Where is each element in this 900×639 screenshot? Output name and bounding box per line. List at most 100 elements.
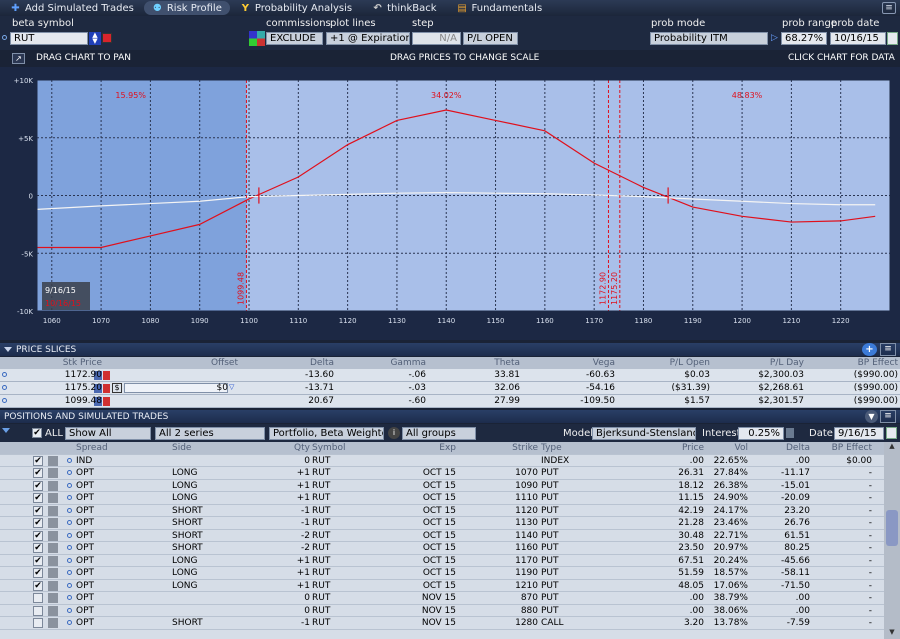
position-checkbox[interactable]: ✔ <box>33 455 43 466</box>
position-row[interactable]: ✔ OPT SHORT -1 RUT OCT 15 1130 PUT 21.28 23.46% 26… <box>0 517 884 530</box>
position-row[interactable]: ✔ OPT LONG +1 RUT OCT 15 1090 PUT 18.12 26.38% -15… <box>0 480 884 492</box>
position-group-swatch <box>48 593 58 603</box>
position-bp-effect: - <box>868 543 872 553</box>
position-checkbox[interactable] <box>33 618 43 628</box>
weighting-select[interactable]: Portfolio, Beta Weighted <box>269 427 384 440</box>
position-row[interactable]: ✔ OPT LONG +1 RUT OCT 15 1190 PUT 51.59 18.57% -58… <box>0 567 884 580</box>
position-row[interactable]: ✔ OPT LONG +1 RUT OCT 15 1070 PUT 26.31 27.84% -11… <box>0 467 884 480</box>
position-row[interactable]: ✔ OPT SHORT -2 RUT OCT 15 1160 PUT 23.50 20.97% 80… <box>0 542 884 555</box>
position-link-icon <box>67 495 72 500</box>
price-slice-row[interactable]: $ ▽ 1175.20 $0 -13.71 -.03 32.06 -54.16 ($31.39)… <box>0 382 900 395</box>
step-mode-select[interactable]: P/L OPEN <box>463 32 518 45</box>
lock-icon[interactable] <box>786 428 794 438</box>
position-checkbox[interactable]: ✔ <box>33 468 43 478</box>
select-all-checkbox[interactable]: ✔ <box>32 428 42 438</box>
chart-type-icon[interactable]: ↗ <box>12 53 25 64</box>
commissions-select[interactable]: EXCLUDE <box>266 32 323 45</box>
beta-symbol-input[interactable]: RUT <box>10 32 88 45</box>
position-checkbox[interactable]: ✔ <box>33 480 43 491</box>
position-symbol: RUT <box>312 530 331 541</box>
tab-risk-profile[interactable]: ⚉ Risk Profile <box>143 1 230 15</box>
position-checkbox[interactable] <box>33 593 43 603</box>
collapse-all-icon[interactable]: ▼ <box>865 410 878 423</box>
series-filter-select[interactable]: All 2 series <box>155 427 265 440</box>
tab-add-simulated-trades[interactable]: ✚ Add Simulated Trades <box>0 1 144 15</box>
color-grid-icon[interactable] <box>249 31 265 46</box>
position-row[interactable]: ✔ OPT LONG +1 RUT OCT 15 1210 PUT 48.05 17.06% -71… <box>0 580 884 592</box>
position-row[interactable]: OPT 0 RUT NOV 15 880 PUT .00 38.06% .00 - <box>0 605 884 617</box>
position-checkbox[interactable]: ✔ <box>33 518 43 528</box>
date-input[interactable]: 9/16/15 <box>834 427 884 440</box>
price-slices-header[interactable]: PRICE SLICES <box>0 343 900 356</box>
position-checkbox[interactable]: ✔ <box>33 580 43 591</box>
slice-stk-price[interactable]: 1175.20 <box>65 383 102 393</box>
position-row[interactable]: OPT 0 RUT NOV 15 870 PUT .00 38.79% .00 - <box>0 592 884 605</box>
col-offset: Offset <box>210 358 238 368</box>
groups-select[interactable]: All groups <box>402 427 476 440</box>
lock-icon[interactable] <box>103 384 110 393</box>
price-slice-row[interactable]: 1099.48 20.67 -.60 27.99 -109.50 $1.57 $2,301.… <box>0 395 900 408</box>
menu-icon[interactable]: ≡ <box>882 2 896 14</box>
offset-dropdown-icon[interactable]: ▽ <box>229 383 234 391</box>
tab-thinkback[interactable]: ↶ thinkBack <box>362 1 446 15</box>
price-slice-row[interactable]: 1172.90 -13.60 -.06 33.81 -60.63 $0.03 $2,300.… <box>0 369 900 382</box>
positions-header[interactable]: POSITIONS AND SIMULATED TRADES <box>0 410 900 423</box>
play-icon[interactable]: ▷ <box>771 33 778 43</box>
tab-label: Risk Profile <box>166 2 222 14</box>
show-filter-select[interactable]: Show All <box>65 427 151 440</box>
position-checkbox[interactable]: ✔ <box>33 505 43 516</box>
calendar-icon[interactable] <box>887 32 898 45</box>
position-row[interactable]: ✔ OPT LONG +1 RUT OCT 15 1170 PUT 67.51 20.24% -45… <box>0 555 884 567</box>
symbol-flag-icon[interactable] <box>102 33 112 43</box>
tab-fundamentals[interactable]: ▤ Fundamentals <box>447 1 553 15</box>
offset-input[interactable] <box>124 383 228 393</box>
step-input[interactable]: N/A <box>412 32 461 45</box>
positions-menu-icon[interactable]: ≡ <box>880 410 896 423</box>
position-checkbox[interactable]: ✔ <box>33 555 43 566</box>
risk-profile-chart[interactable]: +10K +5K 0 -5K -10K 1060 1070 1080 1090 1100 1110 1… <box>0 67 900 340</box>
position-row[interactable]: ✔ OPT SHORT -1 RUT OCT 15 1120 PUT 42.19 24.17% 23… <box>0 505 884 517</box>
slice-offset[interactable]: $0 <box>217 383 228 393</box>
position-spread: OPT <box>76 543 95 553</box>
offset-currency-icon[interactable]: $ <box>112 383 122 393</box>
position-checkbox[interactable]: ✔ <box>33 530 43 541</box>
expand-triangle-icon[interactable] <box>2 428 10 433</box>
position-row[interactable]: OPT SHORT -1 RUT NOV 15 1280 CALL 3.20 13.78% -7.… <box>0 617 884 630</box>
position-checkbox[interactable]: ✔ <box>33 543 43 553</box>
position-checkbox[interactable]: ✔ <box>33 568 43 578</box>
info-icon[interactable]: i <box>388 427 400 439</box>
position-checkbox[interactable] <box>33 605 43 616</box>
prob-date-input[interactable]: 10/16/15 <box>830 32 886 45</box>
symbol-dropdown-icon[interactable]: ▲ ▼ <box>89 32 101 45</box>
lock-icon[interactable] <box>103 397 110 406</box>
add-slice-icon[interactable]: + <box>862 343 877 356</box>
x-tick-label: 1110 <box>289 317 307 325</box>
model-select[interactable]: Bjerksund-Stensland <box>592 427 696 440</box>
positions-scrollbar[interactable]: ▲ ▼ <box>884 442 900 639</box>
lock-icon[interactable] <box>103 371 110 380</box>
scroll-thumb[interactable] <box>886 510 898 546</box>
slice-stk-price[interactable]: 1172.90 <box>65 370 102 380</box>
position-type: CALL <box>541 618 564 628</box>
slice-stk-price[interactable]: 1099.48 <box>65 396 102 406</box>
chart-svg[interactable]: +10K +5K 0 -5K -10K 1060 1070 1080 1090 1100 1110 1… <box>0 67 900 340</box>
position-row[interactable]: ✔ OPT SHORT -2 RUT OCT 15 1140 PUT 30.48 22.71% 61… <box>0 530 884 542</box>
slices-menu-icon[interactable]: ≡ <box>880 343 896 356</box>
plot-lines-select[interactable]: +1 @ Expiration <box>326 32 410 45</box>
tab-probability-analysis[interactable]: Y Probability Analysis <box>230 1 362 15</box>
position-row[interactable]: ✔ IND 0 RUT INDEX .00 22.65% .00 $0.00 <box>0 455 884 467</box>
prob-range-input[interactable]: 68.27% <box>781 32 827 45</box>
position-row[interactable]: ✔ OPT LONG +1 RUT OCT 15 1110 PUT 11.15 24.90% -20… <box>0 492 884 505</box>
position-checkbox[interactable]: ✔ <box>33 493 43 503</box>
date-calendar-icon[interactable] <box>886 427 897 439</box>
prob-mode-select[interactable]: Probability ITM <box>650 32 768 45</box>
col-qty: Qty <box>294 443 310 453</box>
position-group-swatch <box>48 580 58 591</box>
interest-input[interactable]: 0.25% <box>738 427 784 440</box>
x-tick-label: 1100 <box>240 317 258 325</box>
scroll-up-icon[interactable]: ▲ <box>885 442 899 452</box>
scroll-down-icon[interactable]: ▼ <box>885 628 899 638</box>
click-data-hint: CLICK CHART FOR DATA <box>788 53 895 63</box>
collapse-triangle-icon[interactable] <box>4 347 12 352</box>
position-delta: -58.11 <box>780 568 810 578</box>
